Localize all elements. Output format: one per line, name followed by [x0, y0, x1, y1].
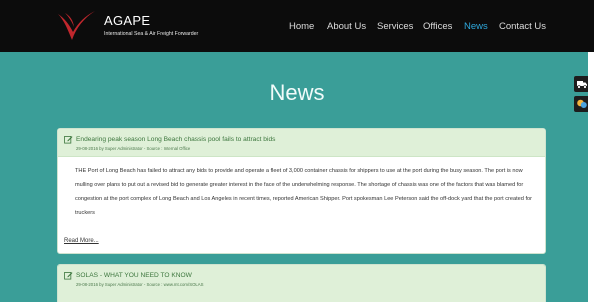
brand-tagline: International Sea & Air Freight Forwarde… [104, 31, 199, 37]
news-card: SOLAS - WHAT YOU NEED TO KNOW 29-08-2016… [57, 264, 546, 302]
news-title[interactable]: SOLAS - WHAT YOU NEED TO KNOW [76, 272, 192, 279]
logo-icon[interactable] [56, 8, 96, 44]
news-excerpt: THE Port of Long Beach has failed to att… [75, 168, 532, 216]
news-card-header: SOLAS - WHAT YOU NEED TO KNOW 29-08-2016… [58, 265, 545, 302]
edit-icon [64, 271, 73, 280]
news-card: Endearing peak season Long Beach chassis… [57, 128, 546, 254]
brand-name[interactable]: AGAPE [104, 13, 150, 28]
nav-offices[interactable]: Offices [423, 21, 452, 33]
nav-home[interactable]: Home [289, 21, 314, 33]
nav-services[interactable]: Services [377, 21, 413, 33]
news-title[interactable]: Endearing peak season Long Beach chassis… [76, 136, 275, 143]
nav-contact-us[interactable]: Contact Us [499, 21, 546, 33]
page-title: News [269, 80, 325, 105]
nav-about-us[interactable]: About Us [327, 21, 366, 33]
read-more-link[interactable]: Read More... [64, 238, 99, 244]
page: AGAPE International Sea & Air Freight Fo… [0, 0, 594, 302]
nav-news[interactable]: News [464, 21, 488, 33]
edit-icon [64, 135, 73, 144]
site-header: AGAPE International Sea & Air Freight Fo… [0, 0, 594, 52]
news-meta: 29-08-2016 by Super Administrator - Sour… [76, 282, 204, 287]
news-card-header: Endearing peak season Long Beach chassis… [58, 129, 545, 157]
news-meta: 29-08-2016 by Super Administrator - Sour… [76, 146, 191, 151]
news-body: THE Port of Long Beach has failed to att… [58, 157, 545, 220]
